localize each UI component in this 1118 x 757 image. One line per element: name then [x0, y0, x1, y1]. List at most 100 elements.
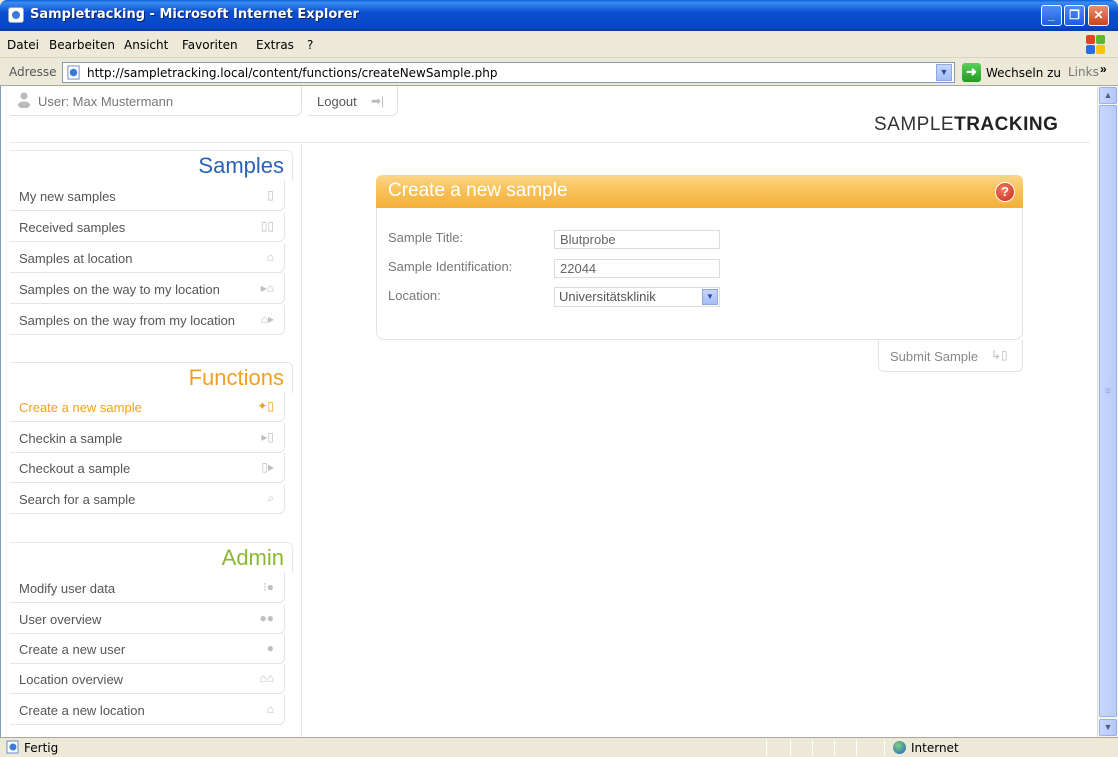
status-text: Fertig: [24, 741, 59, 755]
sample-title-input[interactable]: Blutprobe: [554, 230, 720, 249]
sidebar-item-create-sample[interactable]: Create a new sample ✦▯: [10, 392, 285, 422]
sidebar-item-samples-at-location[interactable]: Samples at location ⌂: [10, 243, 285, 273]
arrow-from-house-icon: ⌂▸: [260, 312, 274, 326]
window-title: Sampletracking - Microsoft Internet Expl…: [30, 7, 359, 22]
logout-button[interactable]: Logout ➡|: [308, 86, 398, 116]
arrow-to-house-icon: ▸⌂: [260, 281, 274, 295]
header-divider: [10, 142, 1090, 143]
ie-app-icon: [8, 7, 24, 23]
location-select[interactable]: Universitätsklinik ▼: [554, 287, 720, 307]
sidebar-item-label: Modify user data: [19, 581, 116, 596]
scroll-down-button[interactable]: ▼: [1099, 719, 1117, 736]
functions-section-header: Functions: [10, 362, 293, 393]
minimize-button[interactable]: _: [1041, 5, 1062, 26]
menu-favoriten[interactable]: Favoriten: [182, 38, 238, 52]
samples-section-title: Samples: [198, 153, 284, 178]
sidebar-item-label: Location overview: [19, 672, 124, 687]
sample-title-label: Sample Title:: [388, 230, 464, 245]
checkin-icon: ▸▯: [261, 430, 274, 444]
sidebar-item-label: Checkin a sample: [19, 431, 123, 446]
menu-ansicht[interactable]: Ansicht: [124, 38, 168, 52]
submit-sample-button[interactable]: Submit Sample ↳▯: [878, 340, 1023, 372]
menu-bearbeiten[interactable]: Bearbeiten: [49, 38, 115, 52]
sidebar-item-checkout[interactable]: Checkout a sample ▯▸: [10, 453, 285, 483]
page-done-icon: [6, 740, 19, 754]
sidebar-item-received-samples[interactable]: Received samples ▯▯: [10, 212, 285, 242]
status-bar: Fertig Internet: [0, 737, 1118, 757]
address-dropdown-button[interactable]: ▼: [936, 64, 952, 81]
menu-extras[interactable]: Extras: [256, 38, 294, 52]
location-label: Location:: [388, 288, 441, 303]
sidebar-item-location-overview[interactable]: Location overview ⌂⌂: [10, 664, 285, 694]
sidebar: Samples My new samples ▯ Received sample…: [10, 144, 302, 737]
window-titlebar: Sampletracking - Microsoft Internet Expl…: [0, 0, 1118, 31]
go-label: Wechseln zu: [986, 66, 1062, 80]
search-icon: ⌕: [267, 491, 274, 505]
new-user-icon: ●: [266, 641, 274, 655]
menu-bar: Datei Bearbeiten Ansicht Favoriten Extra…: [0, 31, 1118, 58]
status-separator: [812, 740, 813, 756]
status-separator: [884, 740, 885, 756]
page-title: Create a new sample: [388, 180, 568, 201]
user-name: User: Max Mustermann: [38, 94, 174, 109]
sidebar-item-label: Create a new sample: [19, 400, 142, 415]
globe-icon: [893, 741, 906, 754]
address-input[interactable]: http://sampletracking.local/content/func…: [62, 62, 955, 83]
sidebar-item-label: Search for a sample: [19, 492, 136, 507]
user-icon: [18, 92, 30, 108]
scroll-thumb[interactable]: [1099, 105, 1117, 717]
links-button[interactable]: Links: [1068, 65, 1099, 79]
menu-datei[interactable]: Datei: [7, 38, 39, 52]
new-sample-icon: ✦▯: [257, 399, 274, 413]
sidebar-item-modify-user[interactable]: Modify user data ⁝●: [10, 573, 285, 603]
sidebar-item-new-location[interactable]: Create a new location ⌂: [10, 695, 285, 725]
scroll-up-button[interactable]: ▲: [1099, 87, 1117, 104]
address-url: http://sampletracking.local/content/func…: [87, 66, 498, 80]
menu-help[interactable]: ?: [307, 38, 313, 52]
status-separator: [834, 740, 835, 756]
admin-section-header: Admin: [10, 542, 293, 573]
sidebar-item-search[interactable]: Search for a sample ⌕: [10, 484, 285, 514]
sidebar-item-user-overview[interactable]: User overview ●●: [10, 604, 285, 634]
sidebar-item-new-user[interactable]: Create a new user ●: [10, 634, 285, 664]
sidebar-item-label: My new samples: [19, 189, 116, 204]
create-sample-form: Sample Title: Blutprobe Sample Identific…: [376, 208, 1023, 340]
sidebar-item-label: Samples on the way to my location: [19, 282, 220, 297]
checkout-icon: ▯▸: [261, 460, 274, 474]
logout-label: Logout: [317, 94, 357, 109]
windows-logo-icon: [1085, 34, 1105, 54]
users-icon: ●●: [259, 611, 275, 625]
security-zone: Internet: [911, 741, 959, 755]
address-label: Adresse: [9, 65, 57, 79]
brand-logo: SAMPLETRACKING: [874, 114, 1058, 136]
maximize-button[interactable]: ❐: [1064, 5, 1085, 26]
submit-label: Submit Sample: [890, 349, 979, 364]
sidebar-item-samples-way-to[interactable]: Samples on the way to my location ▸⌂: [10, 274, 285, 304]
locations-icon: ⌂⌂: [259, 671, 275, 685]
house-dots-icon: ⌂: [266, 250, 274, 264]
sidebar-item-label: Checkout a sample: [19, 461, 131, 476]
functions-section-title: Functions: [188, 365, 284, 390]
status-separator: [790, 740, 791, 756]
sidebar-item-checkin[interactable]: Checkin a sample ▸▯: [10, 423, 285, 453]
help-icon[interactable]: ?: [995, 182, 1015, 202]
logout-icon: ➡|: [371, 94, 385, 108]
sidebar-item-label: Create a new location: [19, 703, 145, 718]
vertical-scrollbar[interactable]: ▲ ▼: [1097, 86, 1118, 737]
sidebar-item-samples-way-from[interactable]: Samples on the way from my location ⌂▸: [10, 305, 285, 335]
create-sample-card-header: Create a new sample ?: [376, 175, 1023, 208]
samples-section-header: Samples: [10, 150, 293, 181]
chevron-down-icon[interactable]: ▼: [702, 289, 718, 305]
status-separator: [766, 740, 767, 756]
sidebar-item-label: User overview: [19, 612, 102, 627]
close-button[interactable]: ✕: [1088, 5, 1109, 26]
go-arrow-icon: ➜: [962, 63, 981, 82]
submit-tube-icon: ↳▯: [991, 348, 1008, 362]
new-location-icon: ⌂: [266, 702, 274, 716]
sidebar-item-label: Samples on the way from my location: [19, 313, 236, 328]
modify-user-icon: ⁝●: [262, 580, 274, 594]
sample-id-input[interactable]: 22044: [554, 259, 720, 278]
links-more-icon[interactable]: »: [1100, 62, 1107, 76]
sidebar-item-my-new-samples[interactable]: My new samples ▯: [10, 181, 285, 211]
page-icon: [67, 65, 80, 80]
